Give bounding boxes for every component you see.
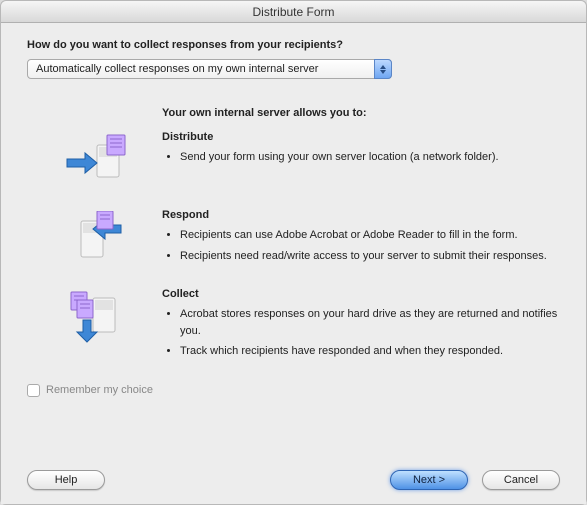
- cancel-button[interactable]: Cancel: [482, 470, 560, 490]
- remember-checkbox[interactable]: [27, 384, 40, 397]
- section-distribute: Distribute Send your form using your own…: [27, 131, 560, 189]
- window-title: Distribute Form: [1, 1, 586, 23]
- distribute-icon: [63, 133, 127, 189]
- respond-item: Recipients can use Adobe Acrobat or Adob…: [180, 227, 560, 244]
- collect-icon: [63, 290, 127, 346]
- select-value: Automatically collect responses on my ow…: [27, 59, 392, 79]
- respond-item: Recipients need read/write access to you…: [180, 248, 560, 265]
- section-respond: Respond Recipients can use Adobe Acrobat…: [27, 209, 560, 268]
- respond-title: Respond: [162, 209, 560, 221]
- dialog-content: How do you want to collect responses fro…: [1, 23, 586, 504]
- help-button[interactable]: Help: [27, 470, 105, 490]
- section-collect: Collect Acrobat stores responses on your…: [27, 288, 560, 364]
- intro-text: Your own internal server allows you to:: [162, 107, 560, 119]
- distribute-form-dialog: Distribute Form How do you want to colle…: [0, 0, 587, 505]
- button-row: Help Next > Cancel: [1, 470, 586, 490]
- respond-icon: [63, 211, 127, 267]
- collection-method-select[interactable]: Automatically collect responses on my ow…: [27, 59, 392, 79]
- collect-item: Track which recipients have responded an…: [180, 343, 560, 360]
- distribute-item: Send your form using your own server loc…: [180, 149, 560, 166]
- collect-item: Acrobat stores responses on your hard dr…: [180, 306, 560, 339]
- prompt-question: How do you want to collect responses fro…: [27, 39, 560, 51]
- distribute-title: Distribute: [162, 131, 560, 143]
- remember-label: Remember my choice: [46, 384, 153, 396]
- collect-title: Collect: [162, 288, 560, 300]
- select-stepper-icon: [374, 59, 392, 79]
- next-button[interactable]: Next >: [390, 470, 468, 490]
- remember-choice-row: Remember my choice: [27, 384, 560, 397]
